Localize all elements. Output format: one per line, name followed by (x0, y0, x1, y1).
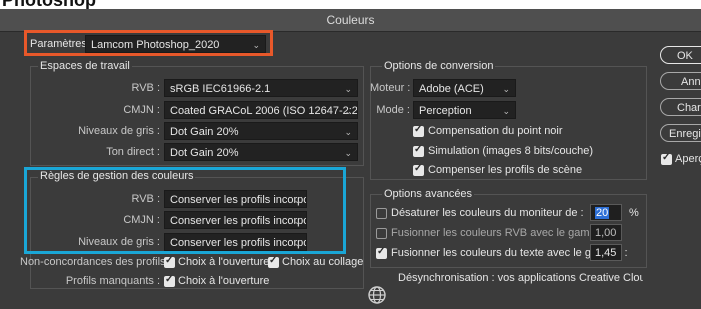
scene-profiles-checkbox[interactable] (413, 163, 424, 176)
mismatch-paste-checkbox[interactable] (268, 255, 279, 268)
ws-cmyk-value: Coated GRACoL 2006 (ISO 12647-2:2004) (170, 105, 358, 117)
blend-text-input[interactable]: 1,45 (590, 244, 622, 261)
mismatch-label: Non-concordances des profils : (20, 256, 172, 268)
preview-label: Aperçu (675, 153, 701, 165)
ws-rgb-dropdown[interactable]: sRGB IEC61966-2.1 ⌄ (164, 79, 358, 97)
dither-label: Simulation (images 8 bits/couche) (428, 145, 594, 157)
mode-dropdown[interactable]: Perception ⌄ (413, 101, 516, 119)
ws-gray-label: Niveaux de gris : (78, 125, 160, 137)
blend-rgb-input[interactable]: 1,00 (590, 224, 622, 241)
policies-highlight (24, 167, 346, 254)
mismatch-open-checkbox[interactable] (164, 255, 175, 268)
desync-message: Désynchronisation : vos applications Cre… (398, 272, 643, 284)
engine-label: Moteur : (370, 82, 411, 94)
scene-profiles-label: Compenser les profils de scène (428, 164, 583, 176)
chevron-down-icon: ⌄ (502, 84, 510, 94)
blend-text-checkbox[interactable] (376, 246, 387, 259)
chevron-down-icon: ⌄ (502, 106, 510, 116)
ws-spot-label: Ton direct : (106, 146, 160, 158)
ws-spot-dropdown[interactable]: Dot Gain 20% ⌄ (164, 143, 358, 161)
black-point-label: Compensation du point noir (428, 125, 563, 137)
chevron-down-icon: ⌄ (344, 127, 352, 137)
ws-gray-value: Dot Gain 20% (170, 126, 239, 138)
mode-label: Mode : (376, 104, 410, 116)
ws-cmyk-dropdown[interactable]: Coated GRACoL 2006 (ISO 12647-2:2004) ⌄ (164, 101, 358, 119)
load-button[interactable]: Charger... (660, 98, 701, 116)
desaturate-input[interactable]: 20 (590, 204, 622, 221)
ws-rgb-label: RVB : (131, 82, 160, 94)
mode-value: Perception (419, 105, 472, 117)
missing-label: Profils manquants : (65, 275, 160, 287)
page-heading: Photoshop (2, 0, 96, 10)
save-button[interactable]: Enregistrer... (660, 124, 701, 142)
advanced-title: Options avancées (382, 188, 475, 200)
workspaces-title: Espaces de travail (38, 60, 132, 72)
save-label: Enregistrer... (669, 128, 701, 140)
load-label: Charger... (677, 102, 701, 114)
desaturate-value: 20 (595, 207, 610, 219)
dither-checkbox[interactable] (413, 144, 424, 157)
cancel-button[interactable]: Annuler (660, 72, 701, 90)
chevron-down-icon: ⌄ (344, 148, 352, 158)
conversion-title: Options de conversion (382, 60, 496, 72)
chevron-down-icon: ⌄ (344, 84, 352, 94)
missing-open-checkbox[interactable] (164, 274, 175, 287)
ok-label: OK (677, 50, 693, 62)
engine-value: Adobe (ACE) (419, 83, 484, 95)
engine-dropdown[interactable]: Adobe (ACE) ⌄ (413, 79, 516, 97)
blend-rgb-checkbox[interactable] (376, 228, 387, 239)
chevron-down-icon: ⌄ (344, 106, 352, 116)
black-point-checkbox[interactable] (413, 124, 424, 137)
mismatch-open-label: Choix à l'ouverture (178, 256, 270, 268)
cancel-label: Annuler (681, 76, 701, 88)
globe-sync-icon (367, 285, 387, 305)
ws-gray-dropdown[interactable]: Dot Gain 20% ⌄ (164, 122, 358, 140)
preview-checkbox[interactable] (661, 152, 672, 165)
ws-cmyk-label: CMJN : (123, 104, 160, 116)
top-strip (0, 0, 701, 9)
settings-highlight (24, 30, 273, 56)
desaturate-label: Désaturer les couleurs du moniteur de : (391, 207, 584, 219)
desaturate-unit: % (629, 207, 639, 219)
desaturate-checkbox[interactable] (376, 208, 387, 219)
blend-rgb-label: Fusionner les couleurs RVB avec le gamma… (391, 227, 611, 239)
missing-open-label: Choix à l'ouverture (178, 275, 270, 287)
window-title: Couleurs (326, 13, 375, 27)
ok-button[interactable]: OK (660, 46, 701, 64)
mismatch-paste-label: Choix au collage (282, 256, 364, 268)
ws-spot-value: Dot Gain 20% (170, 147, 239, 159)
ws-rgb-value: sRGB IEC61966-2.1 (170, 83, 271, 95)
